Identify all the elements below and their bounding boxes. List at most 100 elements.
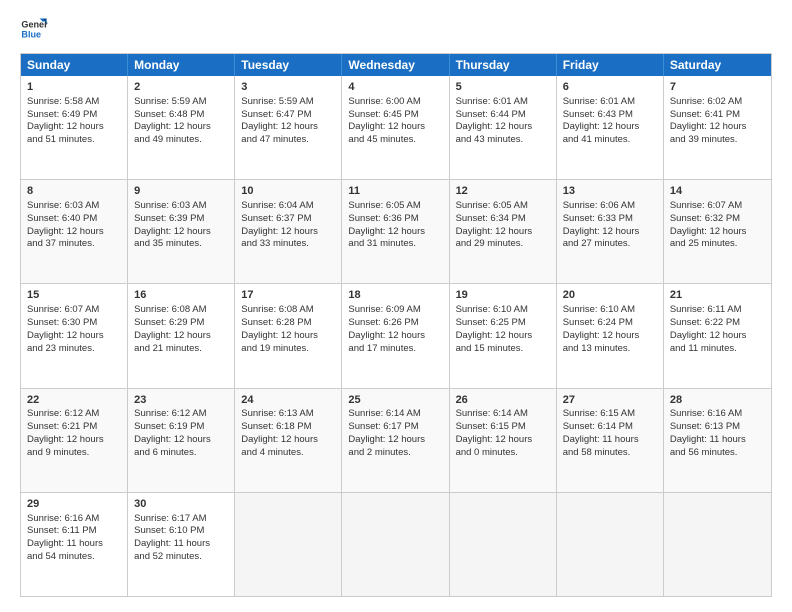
day-number: 8 (27, 184, 121, 199)
sunset: Sunset: 6:29 PM (134, 317, 204, 328)
calendar-cell: 21Sunrise: 6:11 AMSunset: 6:22 PMDayligh… (664, 284, 771, 387)
sunrise: Sunrise: 5:58 AM (27, 96, 99, 107)
svg-text:Blue: Blue (21, 29, 41, 39)
day-number: 5 (456, 80, 550, 95)
calendar-row-2: 15Sunrise: 6:07 AMSunset: 6:30 PMDayligh… (21, 283, 771, 387)
day-number: 16 (134, 288, 228, 303)
sunset: Sunset: 6:32 PM (670, 213, 740, 224)
sunrise: Sunrise: 6:02 AM (670, 96, 742, 107)
calendar-cell: 20Sunrise: 6:10 AMSunset: 6:24 PMDayligh… (557, 284, 664, 387)
day-number: 29 (27, 497, 121, 512)
daylight-line2: and 29 minutes. (456, 238, 524, 249)
daylight-line1: Daylight: 12 hours (134, 330, 211, 341)
day-number: 1 (27, 80, 121, 95)
daylight-line1: Daylight: 12 hours (241, 121, 318, 132)
sunset: Sunset: 6:45 PM (348, 109, 418, 120)
daylight-line2: and 19 minutes. (241, 343, 309, 354)
sunrise: Sunrise: 6:00 AM (348, 96, 420, 107)
calendar-cell: 24Sunrise: 6:13 AMSunset: 6:18 PMDayligh… (235, 389, 342, 492)
daylight-line1: Daylight: 12 hours (241, 434, 318, 445)
calendar-cell: 18Sunrise: 6:09 AMSunset: 6:26 PMDayligh… (342, 284, 449, 387)
daylight-line2: and 23 minutes. (27, 343, 95, 354)
calendar-cell (664, 493, 771, 596)
sunset: Sunset: 6:17 PM (348, 421, 418, 432)
daylight-line2: and 39 minutes. (670, 134, 738, 145)
calendar-row-1: 8Sunrise: 6:03 AMSunset: 6:40 PMDaylight… (21, 179, 771, 283)
daylight-line2: and 43 minutes. (456, 134, 524, 145)
header-day-wednesday: Wednesday (342, 54, 449, 76)
calendar-cell: 14Sunrise: 6:07 AMSunset: 6:32 PMDayligh… (664, 180, 771, 283)
sunrise: Sunrise: 6:15 AM (563, 408, 635, 419)
sunrise: Sunrise: 6:11 AM (670, 304, 742, 315)
sunset: Sunset: 6:33 PM (563, 213, 633, 224)
daylight-line1: Daylight: 12 hours (348, 434, 425, 445)
daylight-line1: Daylight: 12 hours (348, 121, 425, 132)
calendar-cell (557, 493, 664, 596)
day-number: 7 (670, 80, 765, 95)
daylight-line1: Daylight: 11 hours (670, 434, 746, 445)
sunset: Sunset: 6:43 PM (563, 109, 633, 120)
sunset: Sunset: 6:11 PM (27, 525, 97, 536)
svg-text:General: General (21, 20, 48, 30)
daylight-line1: Daylight: 12 hours (456, 226, 533, 237)
daylight-line1: Daylight: 12 hours (134, 434, 211, 445)
day-number: 23 (134, 393, 228, 408)
header-day-saturday: Saturday (664, 54, 771, 76)
sunrise: Sunrise: 6:08 AM (241, 304, 313, 315)
calendar-cell: 11Sunrise: 6:05 AMSunset: 6:36 PMDayligh… (342, 180, 449, 283)
calendar-row-0: 1Sunrise: 5:58 AMSunset: 6:49 PMDaylight… (21, 76, 771, 179)
daylight-line1: Daylight: 12 hours (348, 226, 425, 237)
sunrise: Sunrise: 6:01 AM (456, 96, 528, 107)
day-number: 19 (456, 288, 550, 303)
daylight-line2: and 51 minutes. (27, 134, 95, 145)
sunset: Sunset: 6:44 PM (456, 109, 526, 120)
sunset: Sunset: 6:19 PM (134, 421, 204, 432)
calendar-cell: 12Sunrise: 6:05 AMSunset: 6:34 PMDayligh… (450, 180, 557, 283)
sunrise: Sunrise: 6:07 AM (670, 200, 742, 211)
calendar: SundayMondayTuesdayWednesdayThursdayFrid… (20, 53, 772, 597)
sunrise: Sunrise: 6:03 AM (134, 200, 206, 211)
calendar-body: 1Sunrise: 5:58 AMSunset: 6:49 PMDaylight… (21, 76, 771, 596)
daylight-line1: Daylight: 12 hours (241, 330, 318, 341)
daylight-line1: Daylight: 12 hours (241, 226, 318, 237)
daylight-line2: and 31 minutes. (348, 238, 416, 249)
sunrise: Sunrise: 6:03 AM (27, 200, 99, 211)
sunset: Sunset: 6:30 PM (27, 317, 97, 328)
sunset: Sunset: 6:13 PM (670, 421, 740, 432)
daylight-line1: Daylight: 12 hours (456, 121, 533, 132)
sunset: Sunset: 6:37 PM (241, 213, 311, 224)
daylight-line1: Daylight: 12 hours (27, 226, 104, 237)
sunset: Sunset: 6:10 PM (134, 525, 204, 536)
sunrise: Sunrise: 6:08 AM (134, 304, 206, 315)
day-number: 22 (27, 393, 121, 408)
sunrise: Sunrise: 6:09 AM (348, 304, 420, 315)
calendar-cell: 1Sunrise: 5:58 AMSunset: 6:49 PMDaylight… (21, 76, 128, 179)
sunrise: Sunrise: 6:06 AM (563, 200, 635, 211)
daylight-line1: Daylight: 12 hours (134, 226, 211, 237)
sunset: Sunset: 6:18 PM (241, 421, 311, 432)
sunset: Sunset: 6:25 PM (456, 317, 526, 328)
calendar-cell: 15Sunrise: 6:07 AMSunset: 6:30 PMDayligh… (21, 284, 128, 387)
day-number: 11 (348, 184, 442, 199)
daylight-line2: and 27 minutes. (563, 238, 631, 249)
calendar-cell: 9Sunrise: 6:03 AMSunset: 6:39 PMDaylight… (128, 180, 235, 283)
day-number: 17 (241, 288, 335, 303)
daylight-line1: Daylight: 11 hours (27, 538, 103, 549)
daylight-line1: Daylight: 12 hours (670, 330, 747, 341)
page: General Blue SundayMondayTuesdayWednesda… (0, 0, 792, 612)
day-number: 24 (241, 393, 335, 408)
daylight-line2: and 37 minutes. (27, 238, 95, 249)
daylight-line1: Daylight: 12 hours (27, 434, 104, 445)
sunrise: Sunrise: 5:59 AM (134, 96, 206, 107)
sunset: Sunset: 6:21 PM (27, 421, 97, 432)
header-day-sunday: Sunday (21, 54, 128, 76)
daylight-line1: Daylight: 12 hours (27, 121, 104, 132)
day-number: 4 (348, 80, 442, 95)
day-number: 30 (134, 497, 228, 512)
sunrise: Sunrise: 6:12 AM (134, 408, 206, 419)
daylight-line2: and 54 minutes. (27, 551, 95, 562)
calendar-cell: 19Sunrise: 6:10 AMSunset: 6:25 PMDayligh… (450, 284, 557, 387)
calendar-cell: 13Sunrise: 6:06 AMSunset: 6:33 PMDayligh… (557, 180, 664, 283)
daylight-line2: and 4 minutes. (241, 447, 303, 458)
sunrise: Sunrise: 6:14 AM (456, 408, 528, 419)
